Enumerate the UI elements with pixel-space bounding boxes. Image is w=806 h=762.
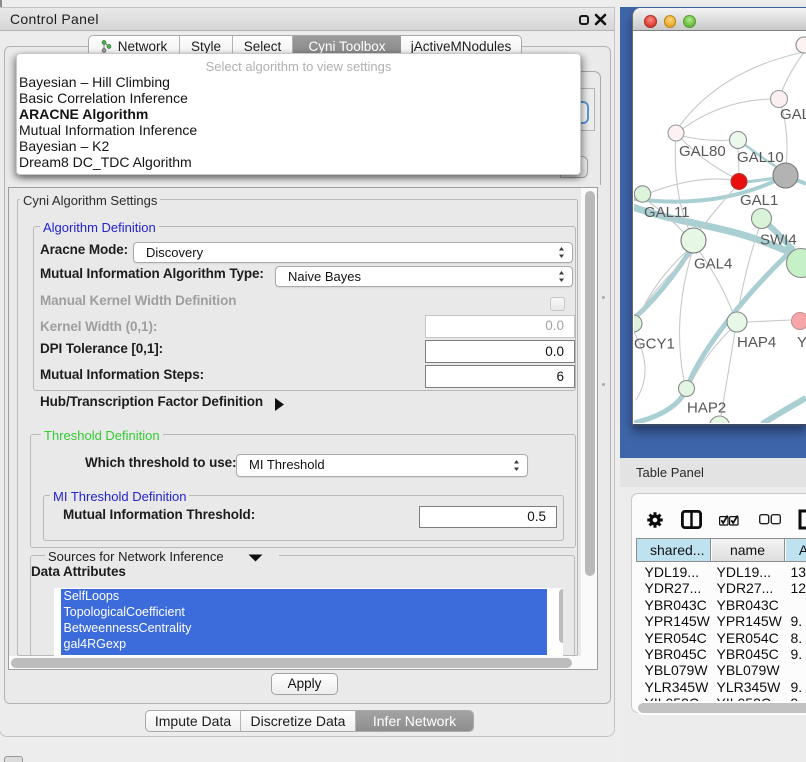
svg-text:GAL10: GAL10	[737, 149, 784, 166]
svg-text:HAP4: HAP4	[737, 334, 776, 351]
svg-text:HAP2: HAP2	[687, 400, 726, 417]
svg-text:GAL4: GAL4	[694, 256, 732, 273]
svg-text:GAL7: GAL7	[780, 106, 806, 123]
svg-text:SWI4: SWI4	[760, 232, 797, 249]
svg-text:Y: Y	[797, 334, 806, 351]
svg-text:GAL80: GAL80	[679, 143, 726, 160]
svg-text:GAL11: GAL11	[644, 204, 690, 221]
svg-text:GAL1: GAL1	[740, 192, 778, 209]
svg-text:GCY1: GCY1	[634, 336, 675, 353]
